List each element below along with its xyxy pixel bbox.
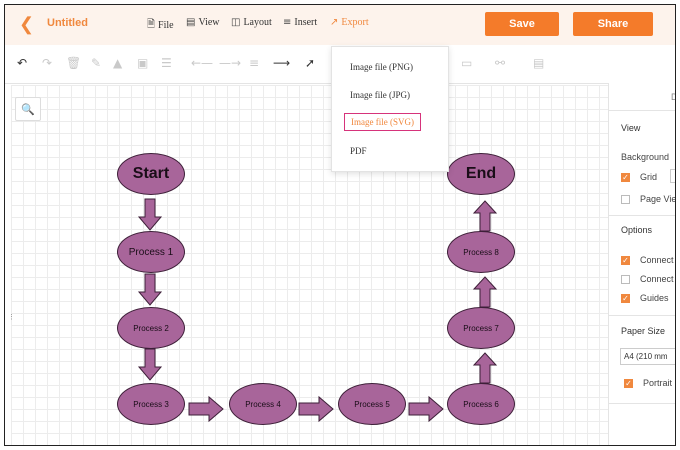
menu-insert-label: Insert	[294, 17, 318, 28]
page-view-label: Page Vie	[640, 194, 676, 204]
node-process-2[interactable]: Process 2	[117, 307, 185, 349]
guides-checkbox[interactable]: ✓	[621, 294, 630, 303]
view-icon: ▤	[186, 17, 196, 28]
portrait-radio[interactable]: ✓	[624, 379, 633, 388]
arrow-p5-to-p6	[408, 395, 444, 423]
shadow-icon[interactable]: ▣	[137, 56, 148, 70]
waypoint-icon[interactable]: ➚	[305, 56, 315, 70]
menu-view[interactable]: ▤ View	[186, 17, 220, 28]
save-button[interactable]: Save	[485, 12, 559, 36]
page-view-checkbox[interactable]	[621, 195, 630, 204]
fill-color-icon[interactable]: ▲	[113, 56, 122, 70]
node-end[interactable]: End	[447, 153, 515, 195]
arrow-left-icon[interactable]: ←—	[191, 56, 213, 70]
background-label: Background	[621, 152, 670, 162]
canvas-search-button[interactable]: 🔍	[15, 97, 41, 121]
view-heading: View	[621, 123, 641, 133]
grid-color-swatch[interactable]	[670, 169, 675, 183]
options-heading: Options	[621, 225, 653, 235]
node-process-4[interactable]: Process 4	[229, 383, 297, 425]
insert-icon: ≡	[283, 17, 292, 28]
arrow-start-to-p1	[137, 198, 163, 231]
guides-label: Guides	[640, 293, 669, 303]
menu-view-label: View	[198, 17, 220, 28]
file-icon: 🗎	[147, 19, 156, 30]
menu-export-label: Export	[341, 17, 369, 28]
connect-arrows-checkbox[interactable]: ✓	[621, 256, 630, 265]
arrow-p7-to-p8	[472, 276, 498, 308]
arrow-p3-to-p4	[188, 395, 224, 423]
node-process-3[interactable]: Process 3	[117, 383, 185, 425]
export-png-option[interactable]: Image file (PNG)	[350, 62, 413, 72]
layout-icon: ◫	[231, 17, 241, 28]
layer-icon[interactable]: ▤	[533, 56, 544, 70]
redo-icon[interactable]: ↷	[42, 56, 52, 70]
export-dropdown: Image file (PNG) Image file (JPG) Image …	[331, 46, 449, 172]
menu-insert[interactable]: ≡ Insert	[283, 17, 317, 28]
panel-tab[interactable]: D	[671, 92, 675, 102]
arrow-p8-to-end	[472, 200, 498, 232]
node-process-8[interactable]: Process 8	[447, 231, 515, 273]
grid-checkbox[interactable]: ✓	[621, 173, 630, 182]
share-button[interactable]: Share	[573, 12, 653, 36]
export-pdf-option[interactable]: PDF	[350, 146, 367, 156]
export-jpg-option[interactable]: Image file (JPG)	[350, 90, 410, 100]
node-start[interactable]: Start	[117, 153, 185, 195]
connect-points-label: Connect	[640, 274, 674, 284]
diagram-canvas[interactable]: Start Process 1 Process 2 Process 3 Proc…	[11, 85, 608, 445]
arrow-p2-to-p3	[137, 348, 163, 381]
node-process-5[interactable]: Process 5	[338, 383, 406, 425]
line-weight-icon[interactable]: ≡	[249, 56, 259, 70]
paper-size-heading: Paper Size	[621, 326, 666, 336]
delete-icon[interactable]: 🗑	[66, 56, 81, 70]
menu-export[interactable]: ↗ Export	[330, 17, 369, 28]
grid-label: Grid	[640, 172, 658, 182]
group-icon[interactable]: ▭	[461, 56, 472, 70]
export-svg-option[interactable]: Image file (SVG)	[344, 113, 421, 131]
node-process-6[interactable]: Process 6	[447, 383, 515, 425]
menu-file[interactable]: 🗎 File	[147, 17, 174, 34]
app-window: ❮ Untitled 🗎 File ▤ View ◫ Layout ≡ Inse…	[4, 4, 676, 446]
arrow-right-icon[interactable]: —→	[219, 56, 241, 70]
document-title[interactable]: Untitled	[47, 17, 88, 29]
panel-collapse-handle[interactable]: ⋮	[8, 313, 15, 321]
format-panel: D View Background ✓ Grid Page Vie Option…	[608, 83, 676, 445]
node-process-1[interactable]: Process 1	[117, 231, 185, 273]
edit-icon[interactable]: ✎	[91, 56, 101, 70]
connector-arrow-icon[interactable]: ⟶	[273, 56, 290, 70]
paper-size-select[interactable]: A4 (210 mm	[620, 348, 675, 365]
back-chevron-icon[interactable]: ❮	[19, 15, 34, 33]
menu-layout-label: Layout	[243, 17, 272, 28]
connect-arrows-label: Connect	[640, 255, 674, 265]
undo-icon[interactable]: ↶	[17, 56, 27, 70]
arrow-p1-to-p2	[137, 273, 163, 306]
portrait-label: Portrait	[643, 378, 673, 388]
node-process-7[interactable]: Process 7	[447, 307, 515, 349]
connect-points-checkbox[interactable]	[621, 275, 630, 284]
export-icon: ↗	[330, 17, 339, 28]
arrow-p6-to-p7	[472, 352, 498, 384]
link-icon[interactable]: ⚯	[495, 56, 505, 70]
menu-layout[interactable]: ◫ Layout	[231, 17, 272, 28]
arrow-p4-to-p5	[298, 395, 334, 423]
line-style-icon[interactable]: ☰	[161, 56, 172, 70]
menu-file-label: File	[158, 20, 174, 31]
search-icon: 🔍	[21, 102, 35, 116]
top-bar: ❮ Untitled 🗎 File ▤ View ◫ Layout ≡ Inse…	[5, 5, 675, 45]
connector-arrows	[137, 198, 498, 423]
